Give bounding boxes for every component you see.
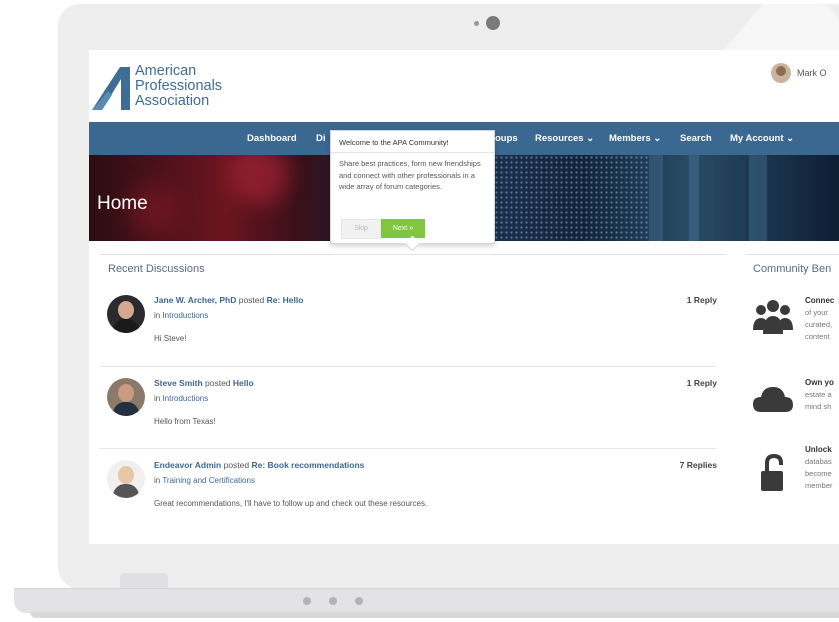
benefit-heading: Own yo [805,378,834,387]
reply-count[interactable]: 1 Reply [687,295,717,305]
reply-count[interactable]: 7 Replies [680,460,717,470]
benefit-text: estate a [805,390,832,399]
benefit-item: Connec of your curated, content [753,296,839,356]
nav-members[interactable]: Members ⌄ [609,122,661,155]
discussion-message: Hi Steve! [154,334,187,343]
category-link[interactable]: Training and Certifications [162,476,255,485]
dot-indicator-icon[interactable] [355,597,363,605]
action-text: posted [221,460,252,470]
page-title: Home [97,193,148,214]
brand-line: American [135,63,197,79]
group-icon [753,300,793,334]
subject-link[interactable]: Re: Book recommendations [251,460,364,470]
cloud-icon [753,387,793,412]
nav-search[interactable]: Search [680,122,712,155]
benefit-text: member [805,481,833,490]
action-text: posted [202,378,233,388]
avatar[interactable] [107,295,145,333]
nav-resources[interactable]: Resources ⌄ [535,122,594,155]
author-link[interactable]: Steve Smith [154,378,203,388]
screen: American Professionals Association Mark … [89,50,839,544]
author-link[interactable]: Jane W. Archer, PhD [154,295,236,305]
discussion-category: in Introductions [154,394,208,403]
section-divider [746,254,839,255]
discussion-item: Jane W. Archer, PhD posted Re: Hello in … [107,295,717,355]
discussion-category: in Introductions [154,311,208,320]
dot-indicator-icon[interactable] [329,597,337,605]
benefit-text: databas [805,457,832,466]
community-benefits-title: Community Ben [753,263,832,275]
avatar-face [118,466,134,484]
benefit-text: become [805,469,832,478]
discussion-message: Great recommendations, I'll have to foll… [154,499,428,508]
benefit-text: mind sh [805,402,832,411]
reply-count[interactable]: 1 Reply [687,378,717,388]
hero-decoration [489,155,649,241]
benefit-text: curated, [805,320,833,329]
author-link[interactable]: Endeavor Admin [154,460,221,470]
dot-indicator-icon[interactable] [303,597,311,605]
hero-decoration [749,155,767,241]
recent-discussions-title: Recent Discussions [108,263,205,275]
discussion-headline: Steve Smith posted Hello [154,378,254,388]
benefit-heading: Connec [805,296,835,305]
benefit-item: Unlock databas become member [753,445,839,505]
discussion-category: in Training and Certifications [154,476,255,485]
brand-line: Association [135,93,210,109]
discussion-item: Endeavor Admin posted Re: Book recommend… [107,460,717,520]
brand-name[interactable]: American Professionals Association [135,64,222,109]
laptop-base-shadow [30,612,839,618]
avatar[interactable] [107,460,145,498]
action-text: posted [236,295,267,305]
discussion-message: Hello from Texas! [154,417,216,426]
hero-decoration [689,155,699,241]
avatar-body [113,484,139,498]
tour-title: Welcome to the APA Community! [339,138,449,147]
laptop-base [14,588,839,613]
laptop-hinge [120,573,168,589]
tour-next-button[interactable]: Next » [381,219,425,238]
category-link[interactable]: Introductions [162,311,208,320]
user-menu[interactable]: Mark O [771,63,827,83]
avatar-body [113,319,139,333]
discussion-item: Steve Smith posted Hello in Introduction… [107,378,717,438]
subject-link[interactable]: Re: Hello [267,295,304,305]
avatar-face [118,384,134,402]
benefit-text: of your [805,308,828,317]
user-name: Mark O [797,68,827,78]
apa-logo-icon[interactable] [92,65,134,110]
avatar-face [118,301,134,319]
subject-link[interactable]: Hello [233,378,254,388]
avatar-body [113,402,139,416]
avatar [771,63,791,83]
tour-body: Share best practices, form new friendshi… [339,159,481,191]
tour-skip-button[interactable]: Skip [341,219,381,239]
benefit-item: Own yo estate a mind sh [753,378,839,428]
section-divider [99,254,726,255]
camera-icon [486,16,500,30]
hero-decoration [649,155,663,241]
hero-decoration [229,155,289,205]
benefit-text: content [805,332,830,341]
benefit-heading: Unlock [805,445,832,454]
row-divider [99,366,716,367]
welcome-tour-popover: Welcome to the APA Community! Share best… [330,130,495,244]
camera-sensor-icon [474,21,479,26]
row-divider [99,448,716,449]
nav-my-account[interactable]: My Account ⌄ [730,122,794,155]
tour-divider [331,152,494,153]
unlock-icon [761,453,783,491]
avatar[interactable] [107,378,145,416]
nav-dashboard[interactable]: Dashboard [247,122,297,155]
nav-groups[interactable]: oups [495,122,518,155]
discussion-headline: Jane W. Archer, PhD posted Re: Hello [154,295,303,305]
brand-line: Professionals [135,78,223,94]
category-link[interactable]: Introductions [162,394,208,403]
discussion-headline: Endeavor Admin posted Re: Book recommend… [154,460,364,470]
nav-discussions[interactable]: Di [316,122,326,155]
